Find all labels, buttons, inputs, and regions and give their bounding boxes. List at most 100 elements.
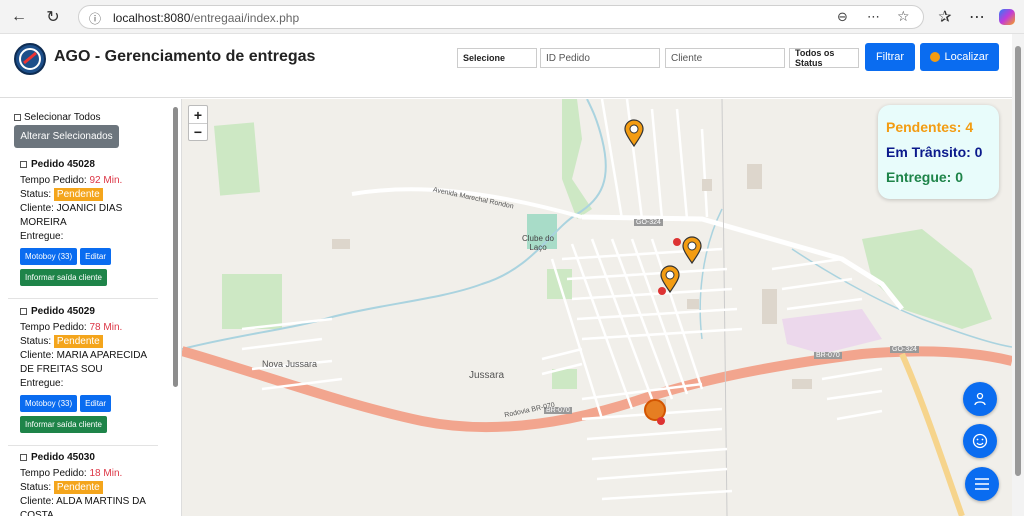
edit-label: Editar <box>85 252 107 261</box>
motoboy-button[interactable]: Motoboy (33) <box>20 248 78 265</box>
app-header: AGO - Gerenciamento de entregas Selecion… <box>0 34 1012 98</box>
time-value: 78 Min. <box>89 322 123 333</box>
reload-icon[interactable]: ↻ <box>42 6 64 28</box>
copilot-icon[interactable] <box>996 6 1018 28</box>
inform-exit-button[interactable]: Informar saída cliente <box>20 269 107 286</box>
orders-sidebar: Selecionar Todos Alterar Selecionados Pe… <box>0 99 182 516</box>
district-label: Nova Jussara <box>262 359 318 369</box>
status-badge: Pendente <box>53 335 103 348</box>
motoboy-label: Motoboy (33) <box>25 252 73 261</box>
order-card: Pedido 45029 Tempo Pedido: 78 Min. Statu… <box>8 306 158 433</box>
order-id-input[interactable] <box>540 48 660 68</box>
divider <box>8 445 158 446</box>
city-label: Jussara <box>469 370 505 381</box>
hospital-icon <box>673 238 681 246</box>
order-checkbox[interactable] <box>20 308 27 315</box>
filter-select-value: Selecione <box>463 53 506 63</box>
status-select-value: Todos os Status <box>795 48 835 68</box>
delivery-marker[interactable] <box>624 119 644 150</box>
locate-button-label: Localizar <box>944 51 989 63</box>
smile-icon <box>972 433 988 449</box>
client-input[interactable] <box>665 48 785 68</box>
edit-button[interactable]: Editar <box>80 248 112 265</box>
favorites-icon[interactable]: ✰ <box>934 6 956 28</box>
hospital-icon <box>657 417 665 425</box>
edit-label: Editar <box>85 399 107 408</box>
filter-button-label: Filtrar <box>875 51 905 63</box>
user-icon <box>974 392 986 406</box>
page-title: AGO - Gerenciamento de entregas <box>54 48 316 65</box>
browser-toolbar: ← ↻ ⓘ localhost:8080/entregaai/index.php… <box>0 0 1024 34</box>
url-host: localhost:8080 <box>113 11 191 25</box>
road-go-324-label: GO-324 <box>634 219 663 226</box>
select-all[interactable]: Selecionar Todos <box>14 112 101 123</box>
filter-select[interactable]: Selecione <box>457 48 537 68</box>
time-label: Tempo Pedido: <box>20 468 87 479</box>
client-name: Cliente: MARIA APARECIDA DE FREITAS SOU <box>20 350 147 375</box>
delivered-label: Entregue: <box>20 231 64 242</box>
inform-label: Informar saída cliente <box>25 273 102 282</box>
status-label: Status: <box>20 189 52 200</box>
motoboy-label: Motoboy (33) <box>25 399 73 408</box>
status-label: Status: <box>20 482 52 493</box>
info-icon[interactable]: ⓘ <box>89 10 101 27</box>
address-bar[interactable]: ⓘ localhost:8080/entregaai/index.php ⊖ ⋯… <box>78 5 924 29</box>
road-go-324-label-2: GO-324 <box>890 346 919 353</box>
delivered-count: Entregue: 0 <box>886 169 964 185</box>
more-menu-icon[interactable]: ⋯ <box>966 6 988 28</box>
client-name: Cliente: ALDA MARTINS DA COSTA <box>20 496 146 516</box>
alter-selected-label: Alterar Selecionados <box>20 131 113 142</box>
status-badge: Pendente <box>53 188 103 201</box>
menu-button[interactable] <box>965 467 999 501</box>
time-label: Tempo Pedido: <box>20 322 87 333</box>
status-badge: Pendente <box>53 481 103 494</box>
edit-button[interactable]: Editar <box>80 395 112 412</box>
order-card: Pedido 45030 Tempo Pedido: 18 Min. Statu… <box>8 452 158 516</box>
page-scrollbar[interactable] <box>1012 34 1024 516</box>
select-all-label: Selecionar Todos <box>24 112 101 123</box>
inform-exit-button[interactable]: Informar saída cliente <box>20 416 107 433</box>
user-button[interactable] <box>963 382 997 416</box>
back-icon[interactable]: ← <box>8 6 30 28</box>
zoom-icon[interactable]: ⊖ <box>837 9 848 25</box>
locate-icon <box>930 52 941 62</box>
time-value: 18 Min. <box>89 468 123 479</box>
order-card: Pedido 45028 Tempo Pedido: 92 Min. Statu… <box>8 159 158 286</box>
time-value: 92 Min. <box>89 175 123 186</box>
client-name: Cliente: JOANICI DIAS MOREIRA <box>20 203 123 228</box>
order-title: Pedido 45029 <box>31 306 95 317</box>
delivery-map[interactable]: Clube do Laço Jussara Nova Jussara GO-32… <box>182 99 1012 516</box>
hamburger-icon <box>975 478 989 490</box>
filter-button[interactable]: Filtrar <box>865 43 915 71</box>
road-br-070-label-2: BR-070 <box>814 352 842 359</box>
select-all-checkbox[interactable] <box>14 114 21 121</box>
hospital-icon <box>658 287 666 295</box>
order-checkbox[interactable] <box>20 454 27 461</box>
url-path: /entregaai/index.php <box>190 11 300 25</box>
order-title: Pedido 45030 <box>31 452 95 463</box>
inform-label: Informar saída cliente <box>25 420 102 429</box>
logo-icon <box>14 43 46 75</box>
zoom-in-button[interactable]: + <box>189 106 207 123</box>
time-label: Tempo Pedido: <box>20 175 87 186</box>
club-label: Clube do Laço <box>521 234 555 252</box>
status-summary: Pendentes: 4 Em Trânsito: 0 Entregue: 0 <box>878 105 999 199</box>
emoji-button[interactable] <box>963 424 997 458</box>
divider <box>8 298 158 299</box>
status-select[interactable]: Todos os Status <box>789 48 859 68</box>
delivery-marker[interactable] <box>682 236 702 267</box>
status-label: Status: <box>20 336 52 347</box>
order-title: Pedido 45028 <box>31 159 95 170</box>
delivered-label: Entregue: <box>20 378 64 389</box>
sidebar-scrollbar[interactable] <box>173 107 178 387</box>
favorite-star-icon[interactable]: ☆ <box>897 8 910 25</box>
zoom-out-button[interactable]: − <box>189 123 207 140</box>
motoboy-button[interactable]: Motoboy (33) <box>20 395 78 412</box>
reader-icon[interactable]: ⋯ <box>867 9 880 25</box>
zoom-control: + − <box>188 105 208 141</box>
locate-button[interactable]: Localizar <box>920 43 999 71</box>
order-checkbox[interactable] <box>20 161 27 168</box>
pending-count: Pendentes: 4 <box>886 119 974 135</box>
alter-selected-button[interactable]: Alterar Selecionados <box>14 125 119 148</box>
in-transit-count: Em Trânsito: 0 <box>886 144 983 160</box>
